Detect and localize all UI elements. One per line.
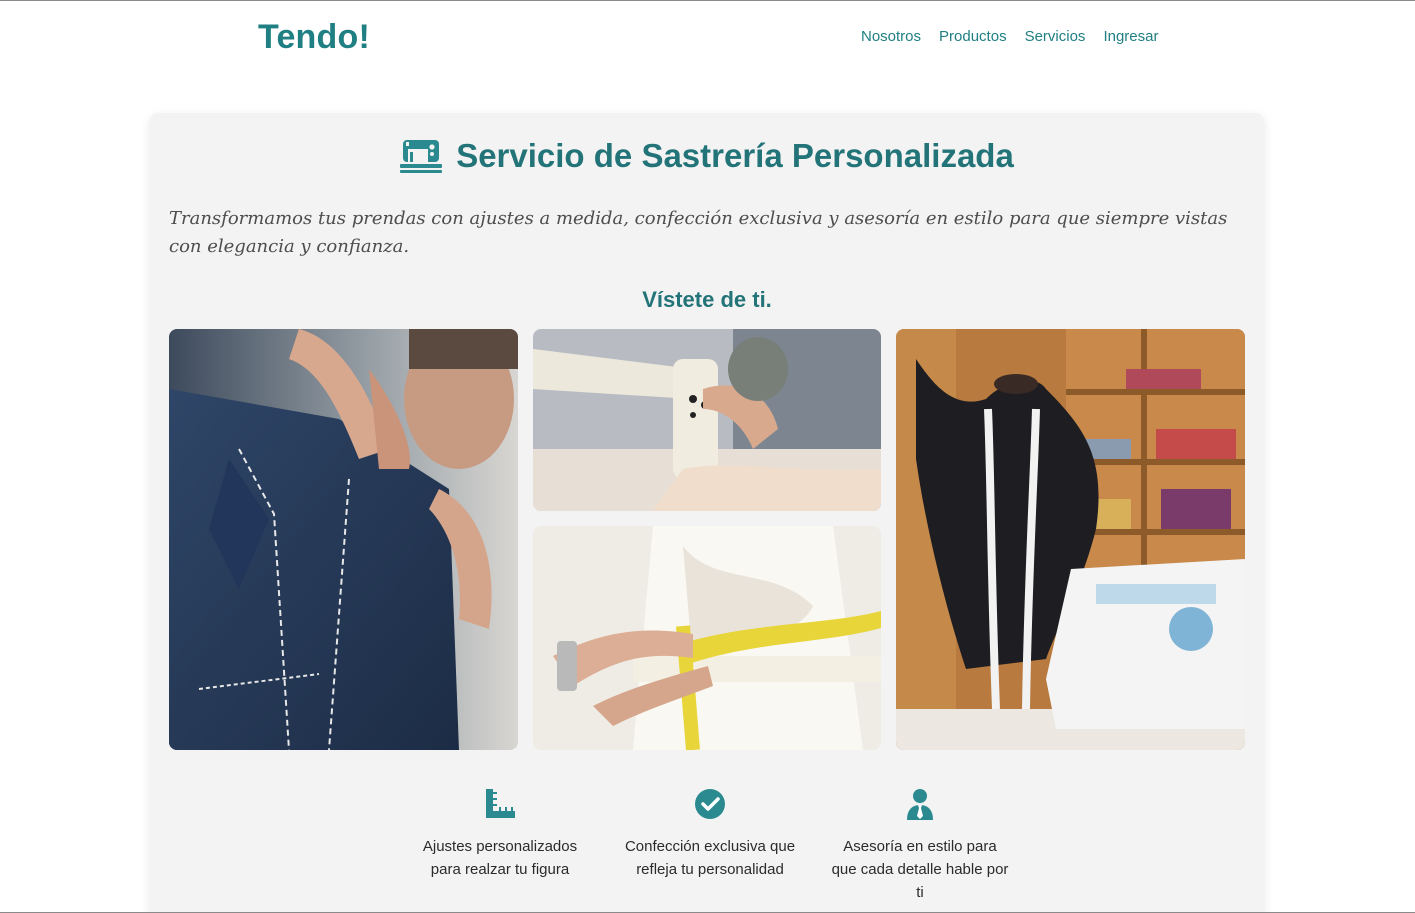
feature-asesoria: Asesoría en estilo para que cada detalle… [830,787,1010,904]
user-tie-icon [907,789,933,820]
feature-ajustes-label: Ajustes personalizados para realzar tu f… [422,838,578,878]
page: Tendo! Nosotros Productos Servicios Ingr… [0,0,1415,913]
nav-link-productos[interactable]: Productos [939,28,1007,45]
service-tagline: Vístete de ti. [642,287,772,312]
service-title-row: Servicio de Sastrería Personalizada [150,137,1264,175]
features-row: Ajustes personalizados para realzar tu f… [410,787,1010,904]
feature-confeccion-label: Confección exclusiva que refleja tu pers… [624,838,796,878]
feature-asesoria-label: Asesoría en estilo para que cada detalle… [831,838,1009,901]
mannequin-workshop-photo [896,329,1245,750]
service-title: Servicio de Sastrería Personalizada [456,137,1014,174]
check-circle-icon [695,789,725,819]
nav-link-ingresar[interactable]: Ingresar [1103,28,1158,45]
sewing-machine-photo [533,329,881,511]
main-nav: Nosotros Productos Servicios Ingresar [861,28,1158,45]
nav-link-servicios[interactable]: Servicios [1025,28,1086,45]
tailor-jacket-photo [169,329,518,750]
brand-logo[interactable]: Tendo! [258,18,370,57]
service-intro: Transformamos tus prendas con ajustes a … [169,208,1228,257]
feature-confeccion: Confección exclusiva que refleja tu pers… [620,787,800,904]
service-card: Servicio de Sastrería Personalizada Tran… [150,113,1264,912]
feature-ajustes: Ajustes personalizados para realzar tu f… [410,787,590,904]
ruler-icon [486,789,515,818]
nav-link-nosotros[interactable]: Nosotros [861,28,921,45]
waist-measuring-photo [533,526,881,750]
sewing-machine-icon [400,140,443,173]
